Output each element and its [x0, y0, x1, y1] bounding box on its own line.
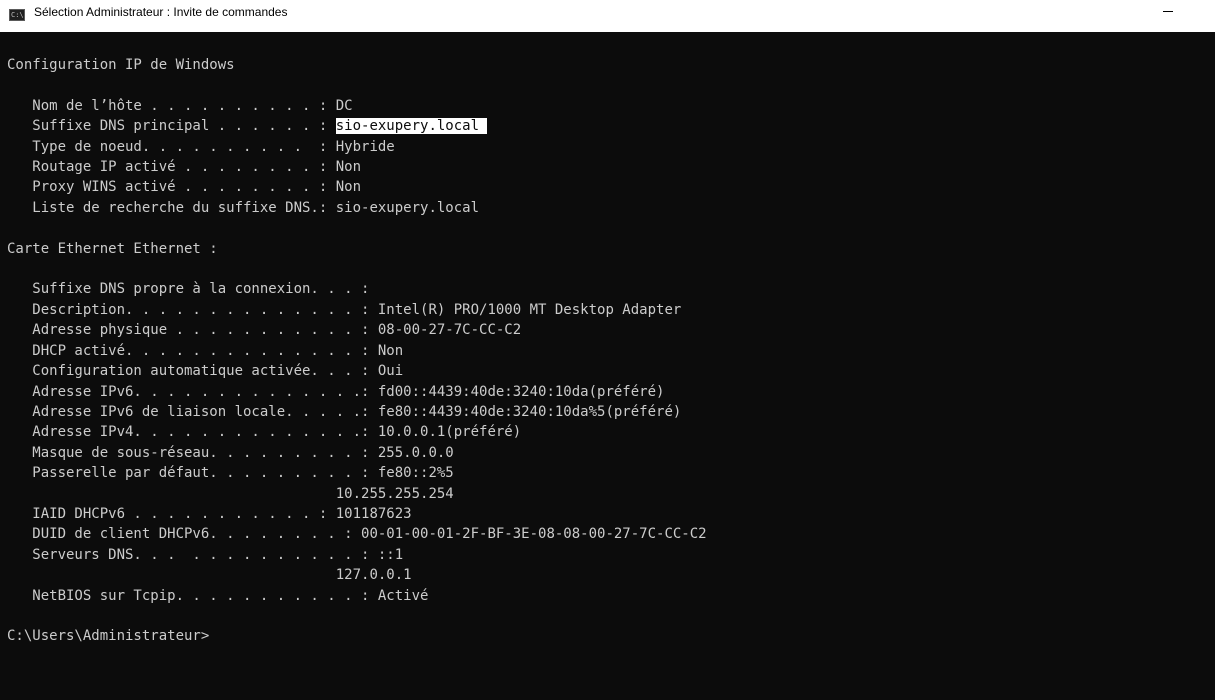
command-prompt[interactable]: C:\Users\Administrateur> [7, 626, 1215, 646]
config-label: Type de noeud. . . . . . . . . . : [7, 138, 336, 155]
config-value: DC [335, 97, 353, 114]
config-line-dns-search-list: Liste de recherche du suffixe DNS.: sio-… [7, 198, 1215, 218]
config-label: Passerelle par défaut. . . . . . . . . : [7, 465, 378, 482]
config-label: Routage IP activé . . . . . . . . : [7, 159, 336, 176]
command-prompt-icon: C:\ [9, 9, 25, 21]
config-value: 10.255.255.254 [335, 485, 454, 502]
config-value: Oui [377, 363, 404, 380]
config-value: 10.0.0.1(préféré) [377, 424, 522, 441]
config-label: Masque de sous-réseau. . . . . . . . . : [7, 444, 378, 461]
config-label: Liste de recherche du suffixe DNS.: [7, 199, 336, 216]
config-line-dhcp-enabled: DHCP activé. . . . . . . . . . . . . . :… [7, 341, 1215, 361]
config-label: Proxy WINS activé . . . . . . . . : [7, 179, 336, 196]
config-value: 101187623 [335, 505, 412, 522]
config-line-dns-servers: Serveurs DNS. . . . . . . . . . . . . : … [7, 545, 1215, 565]
config-line-duid-dhcpv6: DUID de client DHCPv6. . . . . . . . : 0… [7, 524, 1215, 544]
config-value: Non [335, 179, 362, 196]
config-value: fe80::4439:40de:3240:10da%5(préféré) [377, 403, 682, 420]
config-label: DHCP activé. . . . . . . . . . . . . . : [7, 342, 378, 359]
console-output[interactable]: Configuration IP de Windows Nom de l’hôt… [0, 32, 1215, 700]
config-value: 00-01-00-01-2F-BF-3E-08-08-00-27-7C-CC-C… [361, 526, 707, 543]
config-value: 255.0.0.0 [377, 444, 454, 461]
config-value: fd00::4439:40de:3240:10da(préféré) [377, 383, 665, 400]
window-title: Sélection Administrateur : Invite de com… [34, 5, 288, 19]
config-line-default-gateway: Passerelle par défaut. . . . . . . . . :… [7, 463, 1215, 483]
console-header: Configuration IP de Windows [7, 57, 235, 73]
adapter-header: Carte Ethernet Ethernet : [7, 240, 218, 257]
config-label: NetBIOS sur Tcpip. . . . . . . . . . . : [7, 587, 378, 604]
config-line-physical-address: Adresse physique . . . . . . . . . . . :… [7, 320, 1215, 340]
config-label: Suffixe DNS propre à la connexion. . . : [7, 281, 378, 298]
config-line-iaid-dhcpv6: IAID DHCPv6 . . . . . . . . . . . : 1011… [7, 504, 1215, 524]
config-value: Non [377, 342, 404, 359]
config-value: Non [335, 159, 362, 176]
config-line-description: Description. . . . . . . . . . . . . . :… [7, 300, 1215, 320]
config-line-default-gateway-2: 10.255.255.254 [7, 484, 1215, 504]
config-line-host-name: Nom de l’hôte . . . . . . . . . . : DC [7, 96, 1215, 116]
config-value: sio-exupery.local [335, 199, 480, 216]
config-label: DUID de client DHCPv6. . . . . . . . : [7, 526, 362, 543]
config-line-subnet-mask: Masque de sous-réseau. . . . . . . . . :… [7, 443, 1215, 463]
config-value: Activé [377, 587, 429, 604]
config-value: Hybride [335, 138, 395, 155]
config-line-ipv4: Adresse IPv4. . . . . . . . . . . . . .:… [7, 422, 1215, 442]
config-label: IAID DHCPv6 . . . . . . . . . . . : [7, 505, 336, 522]
config-label [7, 567, 336, 583]
config-label: Adresse IPv4. . . . . . . . . . . . . .: [7, 424, 378, 441]
config-value: fe80::2%5 [377, 465, 454, 482]
minimize-button[interactable] [1145, 0, 1191, 30]
config-label: Adresse IPv6 de liaison locale. . . . .: [7, 403, 378, 420]
config-label: Description. . . . . . . . . . . . . . : [7, 301, 378, 318]
config-label: Nom de l’hôte . . . . . . . . . . : [7, 97, 336, 114]
config-line-ipv6-link-local: Adresse IPv6 de liaison locale. . . . .:… [7, 402, 1215, 422]
config-line-dns-suffix: Suffixe DNS principal . . . . . . : sio-… [7, 116, 1215, 136]
config-label: Suffixe DNS principal . . . . . . : [7, 118, 336, 135]
minimize-icon [1163, 10, 1173, 12]
config-label: Adresse IPv6. . . . . . . . . . . . . .: [7, 383, 378, 400]
config-value: ::1 [377, 546, 404, 563]
config-label: Adresse physique . . . . . . . . . . . : [7, 322, 378, 339]
config-line-dns-servers-2: 127.0.0.1 [7, 565, 1215, 585]
selected-text[interactable]: sio-exupery.local [335, 118, 488, 135]
config-line-node-type: Type de noeud. . . . . . . . . . : Hybri… [7, 137, 1215, 157]
config-line-connection-dns-suffix: Suffixe DNS propre à la connexion. . . : [7, 279, 1215, 299]
config-value: 127.0.0.1 [335, 567, 412, 584]
config-label [7, 486, 336, 502]
config-line-netbios: NetBIOS sur Tcpip. . . . . . . . . . . :… [7, 586, 1215, 606]
config-line-autoconfig: Configuration automatique activée. . . :… [7, 361, 1215, 381]
config-line-ip-routing: Routage IP activé . . . . . . . . : Non [7, 157, 1215, 177]
config-value: Intel(R) PRO/1000 MT Desktop Adapter [377, 301, 682, 318]
config-label: Configuration automatique activée. . . : [7, 363, 378, 380]
config-label: Serveurs DNS. . . . . . . . . . . . . : [7, 546, 378, 563]
title-bar: C:\ Sélection Administrateur : Invite de… [0, 0, 1215, 32]
config-line-wins-proxy: Proxy WINS activé . . . . . . . . : Non [7, 177, 1215, 197]
config-line-ipv6: Adresse IPv6. . . . . . . . . . . . . .:… [7, 382, 1215, 402]
config-value: 08-00-27-7C-CC-C2 [377, 322, 522, 339]
